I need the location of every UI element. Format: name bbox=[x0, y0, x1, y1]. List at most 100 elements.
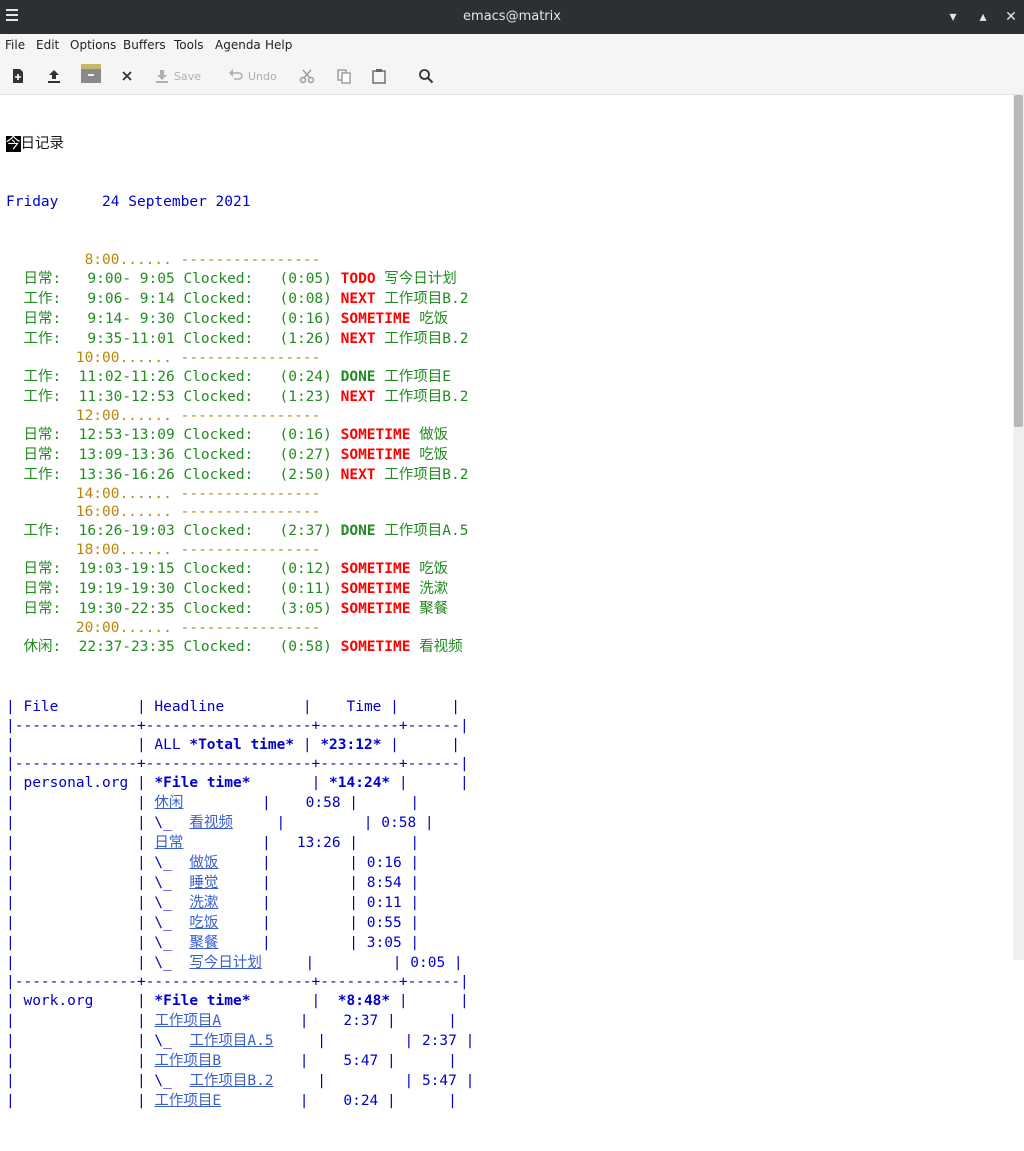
kill-buffer-button[interactable] bbox=[121, 66, 133, 86]
menu-tools[interactable]: Tools bbox=[174, 38, 204, 52]
agenda-entry: 工作: 16:26-19:03 Clocked: (2:37) DONE 工作项… bbox=[6, 521, 474, 541]
scrollbar-thumb[interactable] bbox=[1014, 95, 1023, 427]
minimize-icon[interactable]: ▾ bbox=[942, 6, 964, 28]
agenda-entry: 工作: 13:36-16:26 Clocked: (2:50) NEXT 工作项… bbox=[6, 465, 474, 485]
row-time: 2:37 bbox=[317, 1013, 379, 1029]
todo-state: NEXT bbox=[340, 291, 376, 307]
grid-dashes: ---------------- bbox=[180, 542, 321, 558]
folder-cabinet-icon bbox=[81, 64, 101, 83]
row-time: 0:05 bbox=[410, 955, 446, 971]
row-time: 0:58 bbox=[381, 815, 417, 831]
agenda-entry: 工作: 11:02-11:26 Clocked: (0:24) DONE 工作项… bbox=[6, 367, 474, 387]
menu-agenda[interactable]: Agenda bbox=[215, 38, 261, 52]
total-headline: *Total time* bbox=[189, 737, 295, 753]
agenda-category: 日常: bbox=[23, 427, 62, 443]
agenda-clocked-label: Clocked: bbox=[183, 291, 254, 307]
clipboard-icon bbox=[372, 69, 386, 84]
agenda-time-range: 11:30-12:53 bbox=[78, 389, 175, 405]
headline-link[interactable]: 洗漱 bbox=[189, 895, 218, 911]
todo-state: SOMETIME bbox=[340, 311, 411, 327]
agenda-duration: (0:27) bbox=[279, 447, 332, 463]
headline-link[interactable]: 工作项目A bbox=[154, 1013, 221, 1029]
vertical-scrollbar[interactable] bbox=[1013, 95, 1024, 960]
headline-link[interactable]: 聚餐 bbox=[189, 935, 218, 951]
save-button[interactable]: Save bbox=[154, 66, 201, 86]
cut-button[interactable] bbox=[299, 66, 315, 86]
agenda-time-range: 11:02-11:26 bbox=[78, 369, 175, 385]
headline-link[interactable]: 写今日计划 bbox=[189, 955, 262, 971]
copy-icon bbox=[337, 69, 351, 84]
text-cursor: 今 bbox=[6, 136, 21, 152]
headline-link[interactable]: 日常 bbox=[154, 835, 183, 851]
tool-bar: Save Undo bbox=[0, 58, 1024, 95]
menu-help[interactable]: Help bbox=[265, 38, 292, 52]
new-file-button[interactable] bbox=[10, 66, 26, 86]
headline-link[interactable]: 睡觉 bbox=[189, 875, 218, 891]
total-label: ALL bbox=[154, 737, 181, 753]
agenda-task: 工作项目B.2 bbox=[384, 291, 469, 307]
todo-state: DONE bbox=[340, 523, 376, 539]
table-row: | | 休闲 | 0:58 | | bbox=[6, 795, 420, 811]
agenda-clocked-label: Clocked: bbox=[183, 581, 254, 597]
subtree-prefix: \_ bbox=[154, 855, 172, 871]
paste-button[interactable] bbox=[371, 66, 387, 86]
menu-edit[interactable]: Edit bbox=[36, 38, 59, 52]
agenda-time-grid: 10:00...... ---------------- bbox=[6, 349, 474, 367]
agenda-entry: 日常: 19:30-22:35 Clocked: (3:05) SOMETIME… bbox=[6, 599, 474, 619]
clock-table: | File | Headline | Time | | |-----------… bbox=[6, 697, 474, 1111]
maximize-icon[interactable]: ▴ bbox=[972, 6, 994, 28]
menu-file[interactable]: File bbox=[5, 38, 25, 52]
agenda-task: 写今日计划 bbox=[384, 271, 457, 287]
total-time: *23:12* bbox=[320, 737, 382, 753]
agenda-entry: 日常: 9:14- 9:30 Clocked: (0:16) SOMETIME … bbox=[6, 309, 474, 329]
agenda-time-grid: 8:00...... ---------------- bbox=[6, 251, 474, 269]
open-file-button[interactable] bbox=[46, 66, 62, 86]
grid-time: 12:00...... bbox=[75, 408, 172, 424]
headline-link[interactable]: 吃饭 bbox=[189, 915, 218, 931]
editor-buffer[interactable]: 今日记录 Friday 24 September 2021 8:00......… bbox=[0, 95, 1013, 1109]
headline-link[interactable]: 工作项目A.5 bbox=[189, 1033, 273, 1049]
table-row: | | \_ 看视频 | | 0:58 | bbox=[6, 815, 434, 831]
search-button[interactable] bbox=[418, 66, 434, 86]
table-row: | | \_ 洗漱 | | 0:11 | bbox=[6, 895, 420, 911]
agenda-time-range: 22:37-23:35 bbox=[78, 639, 175, 655]
title-bar: emacs@matrix ▾ ▴ ✕ bbox=[0, 0, 1024, 34]
menu-options[interactable]: Options bbox=[70, 38, 116, 52]
agenda-entry: 日常: 19:03-19:15 Clocked: (0:12) SOMETIME… bbox=[6, 559, 474, 579]
row-time: 8:54 bbox=[366, 875, 402, 891]
agenda-category: 工作: bbox=[23, 291, 62, 307]
agenda-date: 24 September 2021 bbox=[102, 194, 251, 210]
agenda-entry: 休闲: 22:37-23:35 Clocked: (0:58) SOMETIME… bbox=[6, 637, 474, 657]
grid-time: 8:00...... bbox=[84, 252, 172, 268]
agenda-entry: 日常: 19:19-19:30 Clocked: (0:11) SOMETIME… bbox=[6, 579, 474, 599]
agenda-time-range: 9:00- 9:05 bbox=[87, 271, 175, 287]
headline-link[interactable]: 休闲 bbox=[154, 795, 183, 811]
row-time: 0:11 bbox=[366, 895, 402, 911]
menu-buffers[interactable]: Buffers bbox=[123, 38, 166, 52]
agenda-time-grid: 20:00...... ---------------- bbox=[6, 619, 474, 637]
headline-link[interactable]: 工作项目B.2 bbox=[189, 1073, 273, 1089]
agenda-time-range: 19:19-19:30 bbox=[78, 581, 175, 597]
agenda-category: 工作: bbox=[23, 389, 62, 405]
dired-button[interactable] bbox=[80, 63, 102, 83]
headline-link[interactable]: 看视频 bbox=[189, 815, 233, 831]
headline-link[interactable]: 工作项目B bbox=[154, 1053, 221, 1069]
subtree-prefix: \_ bbox=[154, 1033, 172, 1049]
table-row: | | \_ 聚餐 | | 3:05 | bbox=[6, 935, 420, 951]
grid-time: 16:00...... bbox=[75, 504, 172, 520]
todo-state: SOMETIME bbox=[340, 447, 411, 463]
copy-button[interactable] bbox=[336, 66, 352, 86]
close-icon[interactable]: ✕ bbox=[1000, 6, 1022, 28]
headline-link[interactable]: 工作项目E bbox=[154, 1093, 221, 1109]
agenda-category: 工作: bbox=[23, 467, 62, 483]
agenda-weekday: Friday bbox=[6, 194, 59, 210]
headline-link[interactable]: 做饭 bbox=[189, 855, 218, 871]
agenda-duration: (3:05) bbox=[279, 601, 332, 617]
close-x-icon bbox=[122, 71, 132, 81]
grid-dashes: ---------------- bbox=[180, 504, 321, 520]
agenda-clocked-label: Clocked: bbox=[183, 311, 254, 327]
undo-button[interactable]: Undo bbox=[228, 66, 277, 86]
window-title: emacs@matrix bbox=[463, 9, 561, 24]
todo-state: TODO bbox=[340, 271, 376, 287]
agenda-date-line: Friday 24 September 2021 bbox=[6, 193, 474, 211]
